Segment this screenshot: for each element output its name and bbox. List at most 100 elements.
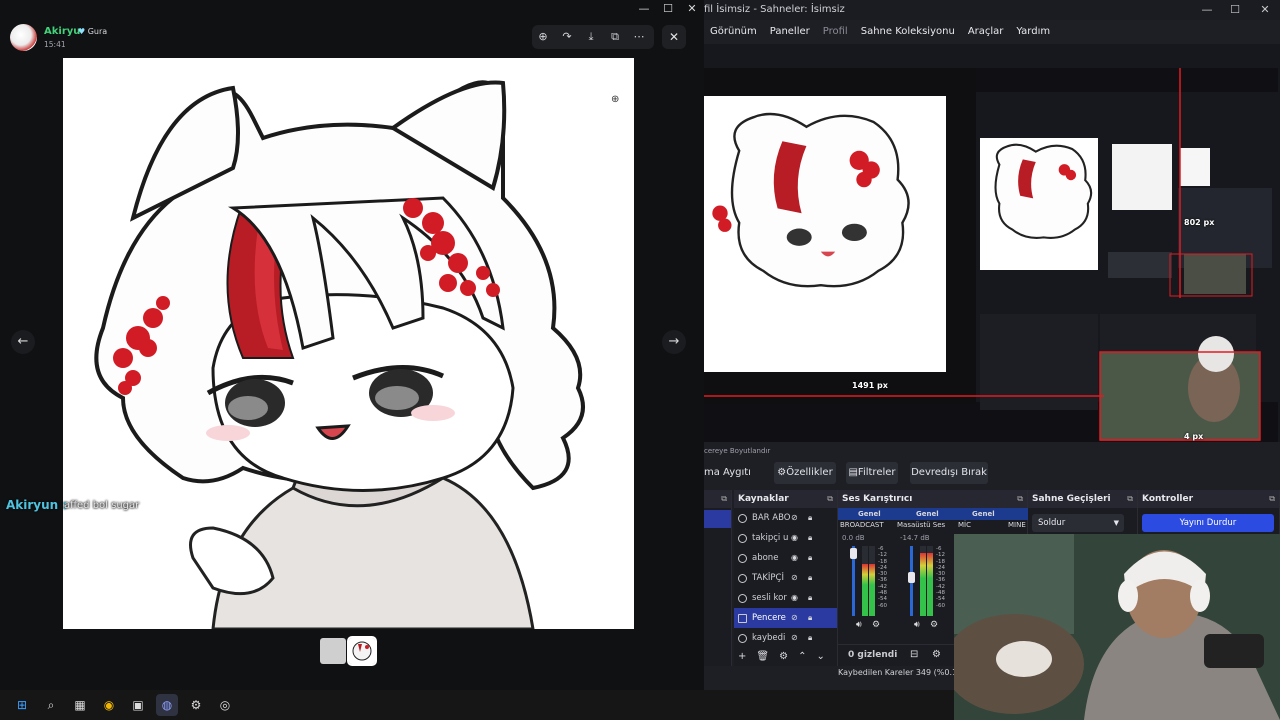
mixer-channel-name[interactable]: BROADCAST xyxy=(840,521,884,529)
obs-preview[interactable]: 1491 px 802 px 4 px xyxy=(704,44,1280,442)
filters-button[interactable]: ▤Filtreler xyxy=(846,462,898,484)
store-icon[interactable]: ▦ xyxy=(69,694,91,716)
speaker-icon[interactable]: 🔊︎ xyxy=(914,620,920,630)
add-icon[interactable]: + xyxy=(738,651,746,662)
source-toolbar: ma Aygıtı 2 ⚙Özellikler ▤Filtreler Devre… xyxy=(704,458,1280,500)
trash-icon[interactable]: 🗑︎ xyxy=(756,651,769,662)
deactivate-button[interactable]: Devredışı Bırak xyxy=(910,462,988,484)
viewer-actions: ⊕ ↷ ⤓ ⧉ ⋯ xyxy=(532,25,654,49)
volume-knob[interactable] xyxy=(908,572,915,583)
transition-select[interactable]: Soldur ▼ xyxy=(1032,514,1124,532)
previous-image-button[interactable]: ← xyxy=(11,330,35,354)
close-viewer-button[interactable]: ✕ xyxy=(662,25,686,49)
source-item[interactable]: abone ◉ 🔒︎ xyxy=(734,548,837,568)
gear-icon[interactable]: ⚙ xyxy=(779,651,788,662)
forward-icon[interactable]: ↷ xyxy=(558,28,576,46)
gear-icon[interactable]: ⚙ xyxy=(930,620,938,630)
close-icon[interactable]: ✕ xyxy=(1250,0,1280,20)
source-item[interactable]: sesli kor ◉ 🔒︎ xyxy=(734,588,837,608)
eye-icon[interactable]: ◉ xyxy=(791,548,798,568)
close-icon[interactable]: ✕ xyxy=(682,2,702,20)
download-icon[interactable]: ⤓ xyxy=(582,28,600,46)
mixer-channel-name[interactable]: Masaüstü Ses xyxy=(897,521,949,529)
avatar[interactable] xyxy=(10,24,37,51)
source-item[interactable]: BAR ABO ⊘ 🔒︎ xyxy=(734,508,837,528)
source-label: kaybedi xyxy=(752,633,786,643)
source-item[interactable]: kaybedi ⊘ 🔒︎ xyxy=(734,628,837,648)
meter-tick-label: -12 xyxy=(878,552,887,559)
next-image-button[interactable]: → xyxy=(662,330,686,354)
sources-dock: Kaynaklar ⧉ BAR ABO ⊘ 🔒︎ takipçi u ◉ 🔒︎ abone… xyxy=(734,490,838,666)
windows-start-icon[interactable]: ⊞ xyxy=(11,694,33,716)
volume-knob[interactable] xyxy=(850,548,857,559)
lock-icon[interactable]: 🔒︎ xyxy=(808,508,812,528)
eye-icon[interactable]: ◉ xyxy=(791,528,798,548)
mixer-title-text: Ses Karıştırıcı xyxy=(842,494,913,504)
mixer-title: Ses Karıştırıcı ⧉ xyxy=(838,490,1027,508)
lock-icon[interactable]: 🔒︎ xyxy=(808,568,812,588)
source-item[interactable]: TAKİPÇİ ⊘ 🔒︎ xyxy=(734,568,837,588)
mixer-channel-name[interactable]: MİC xyxy=(958,521,971,529)
maximize-icon[interactable]: ☐ xyxy=(658,2,678,20)
thumbnail-active[interactable] xyxy=(347,636,377,666)
menu-sahne-koleksiyonu[interactable]: Sahne Koleksiyonu xyxy=(861,26,955,37)
undock-icon[interactable]: ⧉ xyxy=(721,490,727,508)
taskbar: ⊞ ⌕ ▦ ◉ ▣ ◍ ⚙ ◎ xyxy=(0,690,954,720)
chat-overlay-message: affed bol sugar xyxy=(64,500,140,511)
menu-yardim[interactable]: Yardım xyxy=(1016,26,1050,37)
arrow-right-icon: → xyxy=(668,334,680,349)
mixer-settings-icon[interactable]: ⚙ xyxy=(932,649,941,660)
zoom-in-icon[interactable]: ⊕ xyxy=(534,28,552,46)
properties-button[interactable]: ⚙Özellikler xyxy=(774,462,836,484)
visibility-hidden-icon[interactable]: ⊘ xyxy=(791,628,798,648)
chevron-up-icon[interactable]: ⌃ xyxy=(798,651,806,662)
obs-taskbar-icon[interactable]: ▣ xyxy=(127,694,149,716)
minimize-icon[interactable]: — xyxy=(1192,0,1222,20)
steam-icon[interactable]: ⚙ xyxy=(185,694,207,716)
preview-scene xyxy=(704,68,1278,441)
lock-icon[interactable]: 🔒︎ xyxy=(808,608,812,628)
maximize-icon[interactable]: ☐ xyxy=(1220,0,1250,20)
obs-studio-icon[interactable]: ◎ xyxy=(214,694,236,716)
mixer-channel-name[interactable]: MINE xyxy=(1008,521,1026,529)
undock-icon[interactable]: ⧉ xyxy=(1269,490,1275,508)
viewed-image[interactable] xyxy=(63,58,634,629)
text-source-icon xyxy=(738,574,747,583)
menu-profil[interactable]: Profil xyxy=(823,26,848,37)
meter-tick-label: -60 xyxy=(936,602,945,609)
minimize-icon[interactable]: — xyxy=(634,2,654,20)
lock-icon[interactable]: 🔒︎ xyxy=(808,628,812,648)
speaker-icon[interactable]: 🔊︎ xyxy=(856,620,862,630)
menu-araclar[interactable]: Araçlar xyxy=(968,26,1004,37)
lock-icon[interactable]: 🔒︎ xyxy=(808,548,812,568)
author-name[interactable]: Akiryu xyxy=(44,26,80,37)
eye-icon[interactable]: ◉ xyxy=(791,588,798,608)
stop-stream-button[interactable]: Yayını Durdur xyxy=(1142,514,1274,532)
meter-tick-label: -12 xyxy=(936,552,945,559)
lock-icon[interactable]: 🔒︎ xyxy=(808,588,812,608)
menu-gorunum[interactable]: Görünüm xyxy=(710,26,757,37)
undock-icon[interactable]: ⧉ xyxy=(1127,490,1133,508)
undock-icon[interactable]: ⧉ xyxy=(1017,490,1023,508)
discord-icon[interactable]: ◍ xyxy=(156,694,178,716)
undock-icon[interactable]: ⧉ xyxy=(827,490,833,508)
visibility-hidden-icon[interactable]: ⊘ xyxy=(791,608,798,628)
lock-icon[interactable]: 🔒︎ xyxy=(808,528,812,548)
thumbnail[interactable] xyxy=(320,638,346,664)
more-icon[interactable]: ⋯ xyxy=(630,28,648,46)
source-item[interactable]: takipçi u ◉ 🔒︎ xyxy=(734,528,837,548)
search-icon[interactable]: ⌕ xyxy=(40,694,62,716)
open-external-icon[interactable]: ⧉ xyxy=(606,28,624,46)
properties-label: Özellikler xyxy=(786,467,833,478)
visibility-hidden-icon[interactable]: ⊘ xyxy=(791,508,798,528)
visibility-hidden-icon[interactable]: ⊘ xyxy=(791,568,798,588)
chrome-icon[interactable]: ◉ xyxy=(98,694,120,716)
chevron-down-icon[interactable]: ⌄ xyxy=(816,651,824,662)
audio-meter-level xyxy=(927,553,933,616)
scene-item-selected[interactable] xyxy=(704,510,731,528)
menu-paneller[interactable]: Paneller xyxy=(770,26,810,37)
layout-icon[interactable]: ⊟ xyxy=(910,649,918,660)
gear-icon[interactable]: ⚙ xyxy=(872,620,880,630)
source-item-selected[interactable]: Pencere ⊘ 🔒︎ xyxy=(734,608,837,628)
selected-source-name: ma Aygıtı 2 xyxy=(704,467,751,500)
